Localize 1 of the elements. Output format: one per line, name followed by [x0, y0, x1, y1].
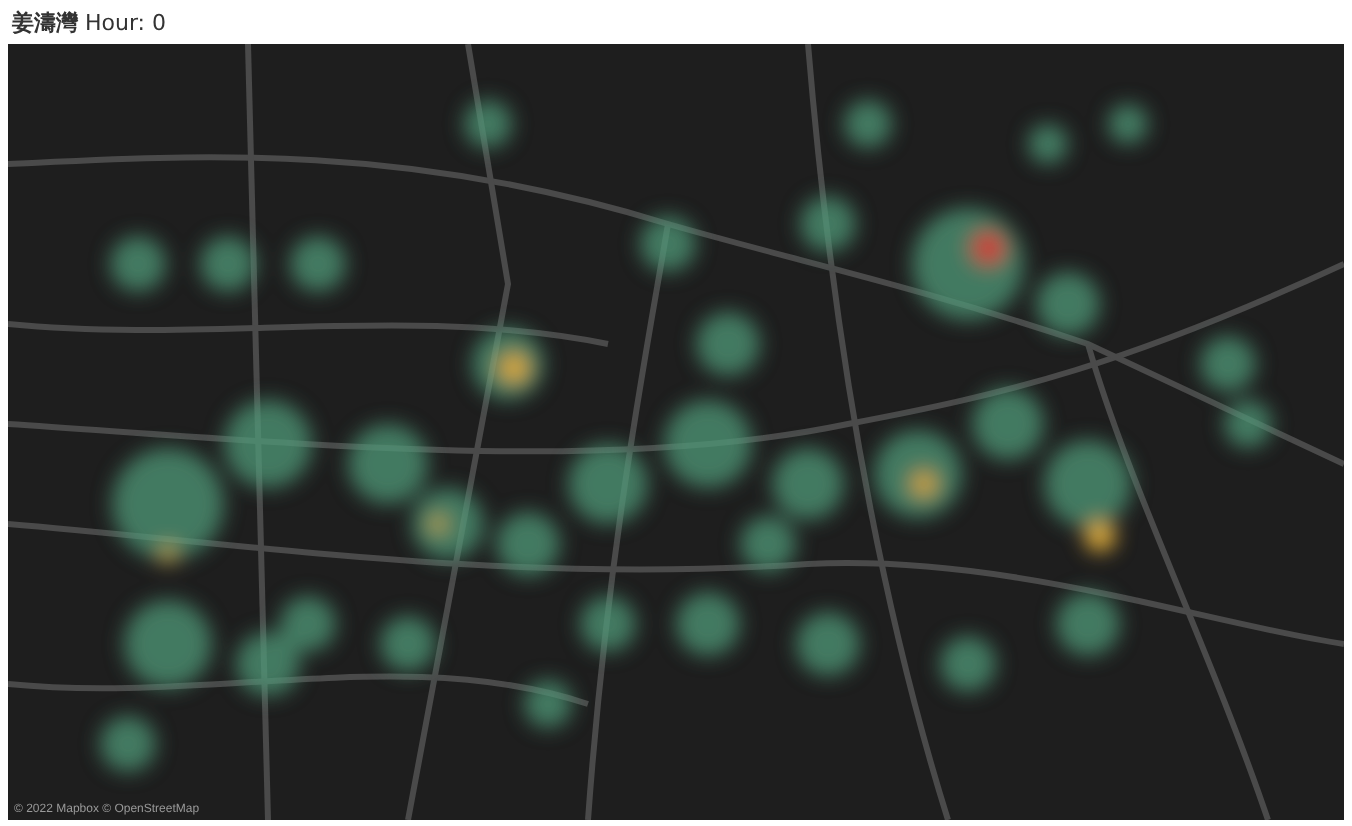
chart-title: 姜濤灣 Hour: 0 — [10, 8, 166, 40]
